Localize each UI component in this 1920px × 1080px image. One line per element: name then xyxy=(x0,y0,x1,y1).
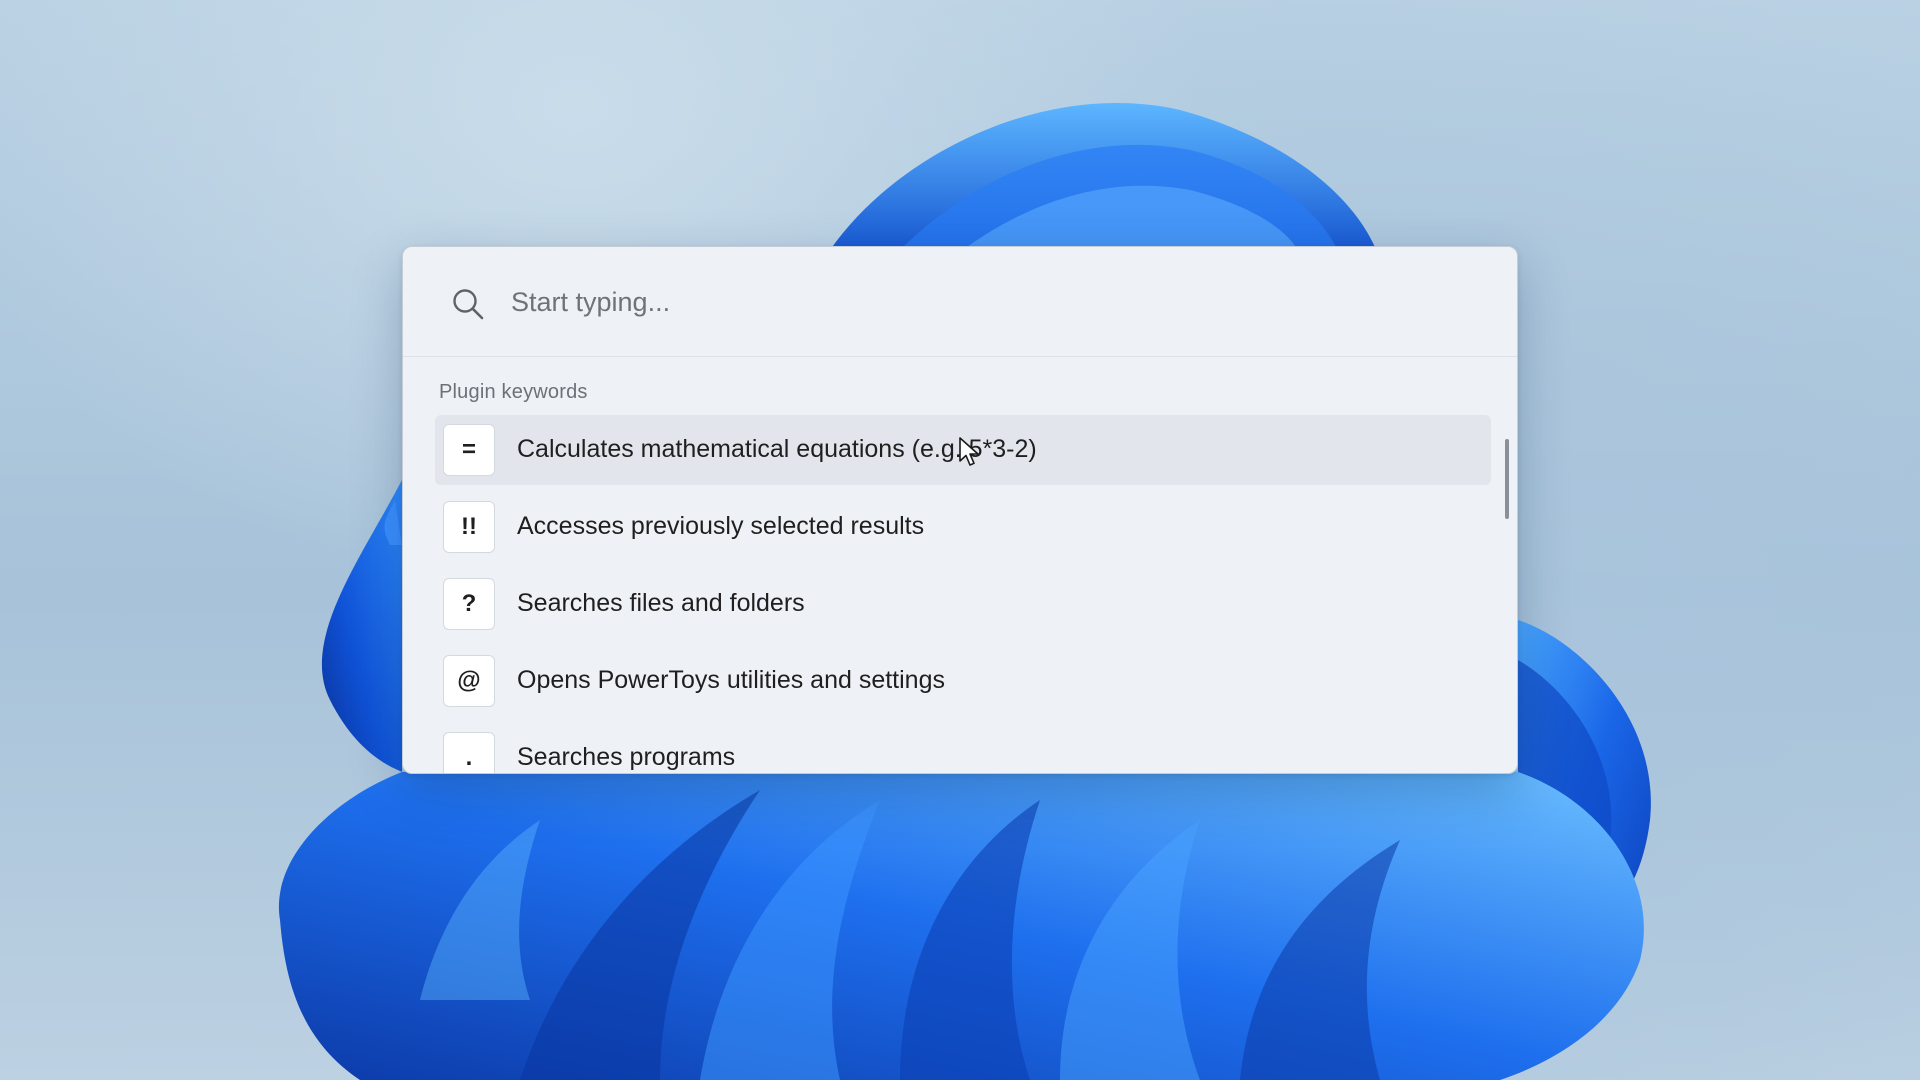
results-list: = Calculates mathematical equations (e.g… xyxy=(435,415,1491,773)
keyword-badge: @ xyxy=(443,655,495,707)
result-item-history[interactable]: !! Accesses previously selected results xyxy=(435,492,1491,562)
result-item-programs[interactable]: . Searches programs xyxy=(435,723,1491,773)
search-icon xyxy=(453,289,484,320)
result-label: Calculates mathematical equations (e.g. … xyxy=(517,435,1037,463)
result-item-file-search[interactable]: ? Searches files and folders xyxy=(435,569,1491,639)
result-item-powertoys[interactable]: @ Opens PowerToys utilities and settings xyxy=(435,646,1491,716)
powertoys-run-window: Plugin keywords = Calculates mathematica… xyxy=(402,246,1518,774)
results-scrollbar[interactable] xyxy=(1505,439,1509,519)
keyword-badge: ? xyxy=(443,578,495,630)
keyword-badge: = xyxy=(443,424,495,476)
result-label: Accesses previously selected results xyxy=(517,512,925,540)
result-label: Searches files and folders xyxy=(517,589,805,617)
keyword-badge: . xyxy=(443,732,495,773)
result-label: Searches programs xyxy=(517,743,736,771)
section-header: Plugin keywords xyxy=(439,381,588,403)
search-input[interactable] xyxy=(511,275,1471,329)
result-label: Opens PowerToys utilities and settings xyxy=(517,666,945,694)
search-bar xyxy=(403,247,1517,357)
result-item-calculator[interactable]: = Calculates mathematical equations (e.g… xyxy=(435,415,1491,485)
keyword-badge: !! xyxy=(443,501,495,553)
